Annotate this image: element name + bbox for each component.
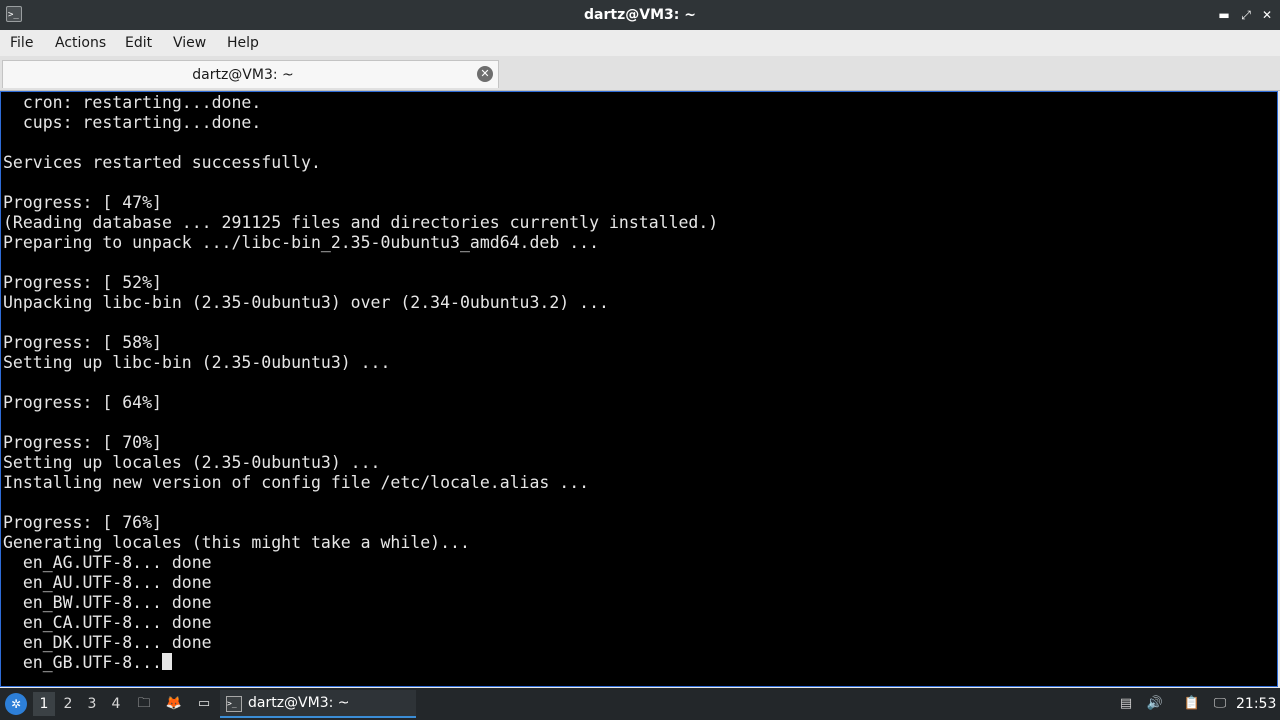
window-titlebar[interactable]: >_ dartz@VM3: ~ ▬ ⤢ ✕ — [0, 0, 1280, 30]
terminal-line: cron: restarting...done. — [3, 93, 262, 112]
window-title: dartz@VM3: ~ — [584, 7, 696, 23]
terminal-output: cron: restarting...done. cups: restartin… — [3, 93, 718, 673]
maximize-button[interactable]: ⤢ — [1237, 6, 1255, 24]
terminal-line: Setting up locales (2.35-0ubuntu3) ... — [3, 453, 381, 472]
tab-terminal[interactable]: dartz@VM3: ~ ✕ — [2, 60, 499, 88]
menu-bar: File Actions Edit View Help — [0, 30, 1280, 56]
taskbar-task-terminal[interactable]: >_ dartz@VM3: ~ — [220, 690, 416, 718]
clipboard-icon[interactable]: 📋 — [1182, 694, 1202, 714]
clock[interactable]: 21:53 — [1236, 688, 1276, 720]
terminal-line: en_AU.UTF-8... done — [3, 573, 212, 592]
terminal-line: Progress: [ 70%] — [3, 433, 162, 452]
tab-label: dartz@VM3: ~ — [192, 67, 294, 83]
terminal-line: Services restarted successfully. — [3, 153, 321, 172]
menu-file[interactable]: File — [10, 30, 33, 56]
firefox-icon[interactable]: 🦊 — [164, 694, 184, 714]
terminal-line: (Reading database ... 291125 files and d… — [3, 213, 719, 232]
tab-close-icon[interactable]: ✕ — [477, 66, 493, 82]
terminal-current-text: en_GB.UTF-8... — [3, 653, 162, 672]
terminal-line: Progress: [ 58%] — [3, 333, 162, 352]
terminal-line: Progress: [ 52%] — [3, 273, 162, 292]
terminal-line: en_DK.UTF-8... done — [3, 633, 212, 652]
terminal-line: cups: restarting...done. — [3, 113, 262, 132]
terminal-line: Progress: [ 64%] — [3, 393, 162, 412]
terminal-line: Unpacking libc-bin (2.35-0ubuntu3) over … — [3, 293, 609, 312]
terminal-line: Progress: [ 76%] — [3, 513, 162, 532]
workspace-3[interactable]: 3 — [81, 692, 103, 716]
network-icon[interactable]: 🖵 — [1210, 694, 1230, 714]
terminal-line: Installing new version of config file /e… — [3, 473, 590, 492]
show-desktop-icon[interactable]: ▭ — [194, 694, 214, 714]
menu-actions[interactable]: Actions — [55, 30, 106, 56]
task-label: dartz@VM3: ~ — [248, 695, 350, 711]
terminal-line: en_AG.UTF-8... done — [3, 553, 212, 572]
start-menu-icon[interactable]: ✲ — [5, 693, 27, 715]
notes-icon[interactable]: ▤ — [1116, 694, 1136, 714]
workspace-1[interactable]: 1 — [33, 692, 55, 716]
menu-edit[interactable]: Edit — [125, 30, 152, 56]
taskbar: ✲ 1 2 3 4 🗀 🦊 ▭ >_ dartz@VM3: ~ ▤ 🔊 📋 🖵 … — [0, 688, 1280, 720]
volume-icon[interactable]: 🔊 — [1145, 694, 1165, 714]
terminal-line: Setting up libc-bin (2.35-0ubuntu3) ... — [3, 353, 391, 372]
workspace-4[interactable]: 4 — [105, 692, 127, 716]
menu-help[interactable]: Help — [227, 30, 259, 56]
terminal-line: en_CA.UTF-8... done — [3, 613, 212, 632]
close-button[interactable]: ✕ — [1258, 6, 1276, 24]
terminal-view[interactable]: cron: restarting...done. cups: restartin… — [0, 91, 1278, 687]
terminal-line: en_BW.UTF-8... done — [3, 593, 212, 612]
menu-view[interactable]: View — [173, 30, 206, 56]
terminal-cursor — [161, 653, 172, 670]
tab-bar: dartz@VM3: ~ ✕ — [0, 56, 1280, 91]
file-manager-icon[interactable]: 🗀 — [134, 694, 154, 714]
terminal-line: Generating locales (this might take a wh… — [3, 533, 470, 552]
terminal-icon: >_ — [226, 696, 242, 712]
workspace-2[interactable]: 2 — [57, 692, 79, 716]
minimize-button[interactable]: ▬ — [1215, 6, 1233, 24]
terminal-current-line: en_GB.UTF-8... — [3, 653, 718, 673]
terminal-line: Preparing to unpack .../libc-bin_2.35-0u… — [3, 233, 600, 252]
terminal-line: Progress: [ 47%] — [3, 193, 162, 212]
